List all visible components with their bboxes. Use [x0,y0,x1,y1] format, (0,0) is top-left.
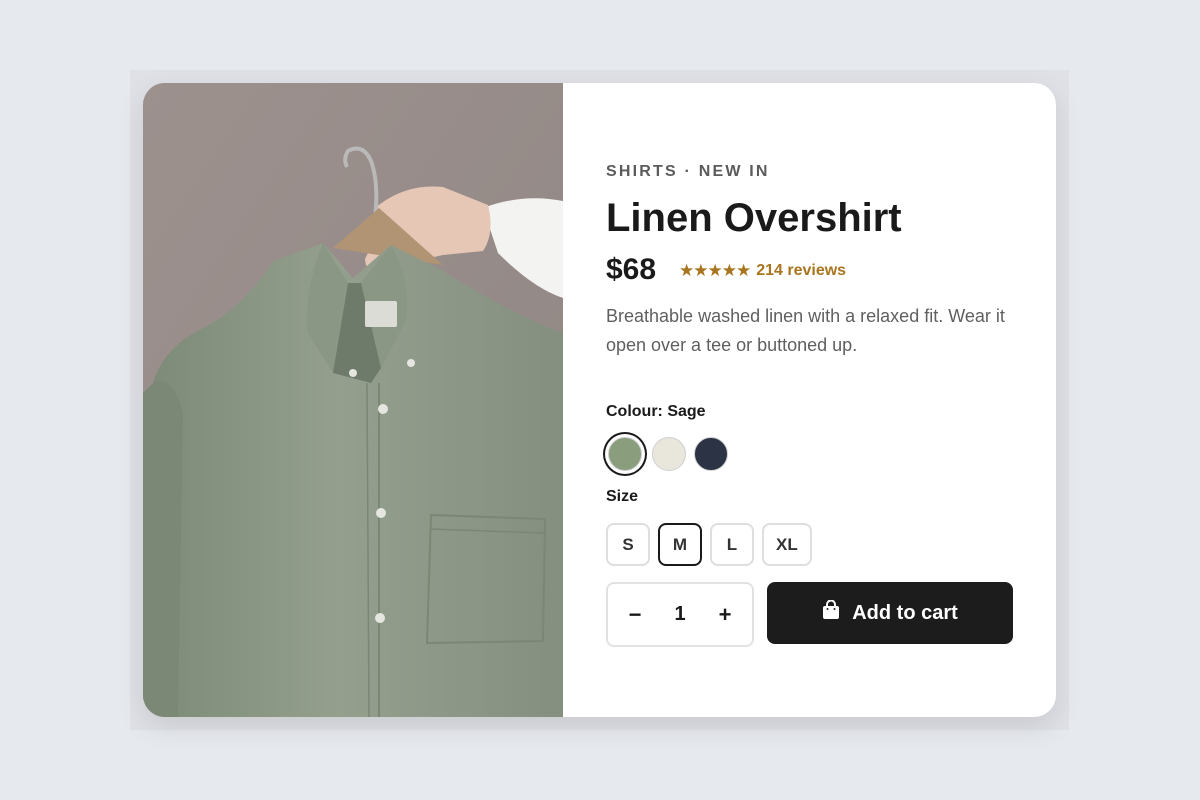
colour-swatches [606,437,728,471]
star-rating-icon: ★★★★★ [679,261,751,280]
colour-label: Colour: Sage [606,403,706,420]
product-image [143,83,563,717]
swatch-cream[interactable] [652,437,686,471]
shopping-bag-icon [822,599,840,626]
size-option-m[interactable]: M [658,523,702,566]
add-to-cart-button[interactable]: Add to cart [767,582,1013,644]
size-option-xl[interactable]: XL [762,523,812,566]
swatch-sage[interactable] [608,437,642,471]
size-option-l[interactable]: L [710,523,754,566]
rating[interactable]: ★★★★★ 214 reviews [679,261,846,281]
size-option-s[interactable]: S [606,523,650,566]
category-eyebrow: SHIRTS · NEW IN [606,163,770,180]
product-description: Breathable washed linen with a relaxed f… [606,306,1005,355]
product-title: Linen Overshirt [606,196,902,240]
decrease-quantity-button[interactable]: − [624,603,646,626]
product-price: $68 [606,253,657,286]
product-card: SHIRTS · NEW IN Linen Overshirt $68 ★★★★… [143,83,1056,717]
product-info: SHIRTS · NEW IN Linen Overshirt $68 ★★★★… [606,83,1026,717]
reviews-link[interactable]: 214 reviews [756,262,846,280]
size-label: Size [606,488,639,505]
quantity-stepper: − 1 + [606,582,754,647]
swatch-navy[interactable] [694,437,728,471]
add-to-cart-label: Add to cart [852,601,958,624]
increase-quantity-button[interactable]: + [714,603,736,626]
quantity-value: 1 [674,603,686,625]
size-options: S M L XL [606,523,812,566]
